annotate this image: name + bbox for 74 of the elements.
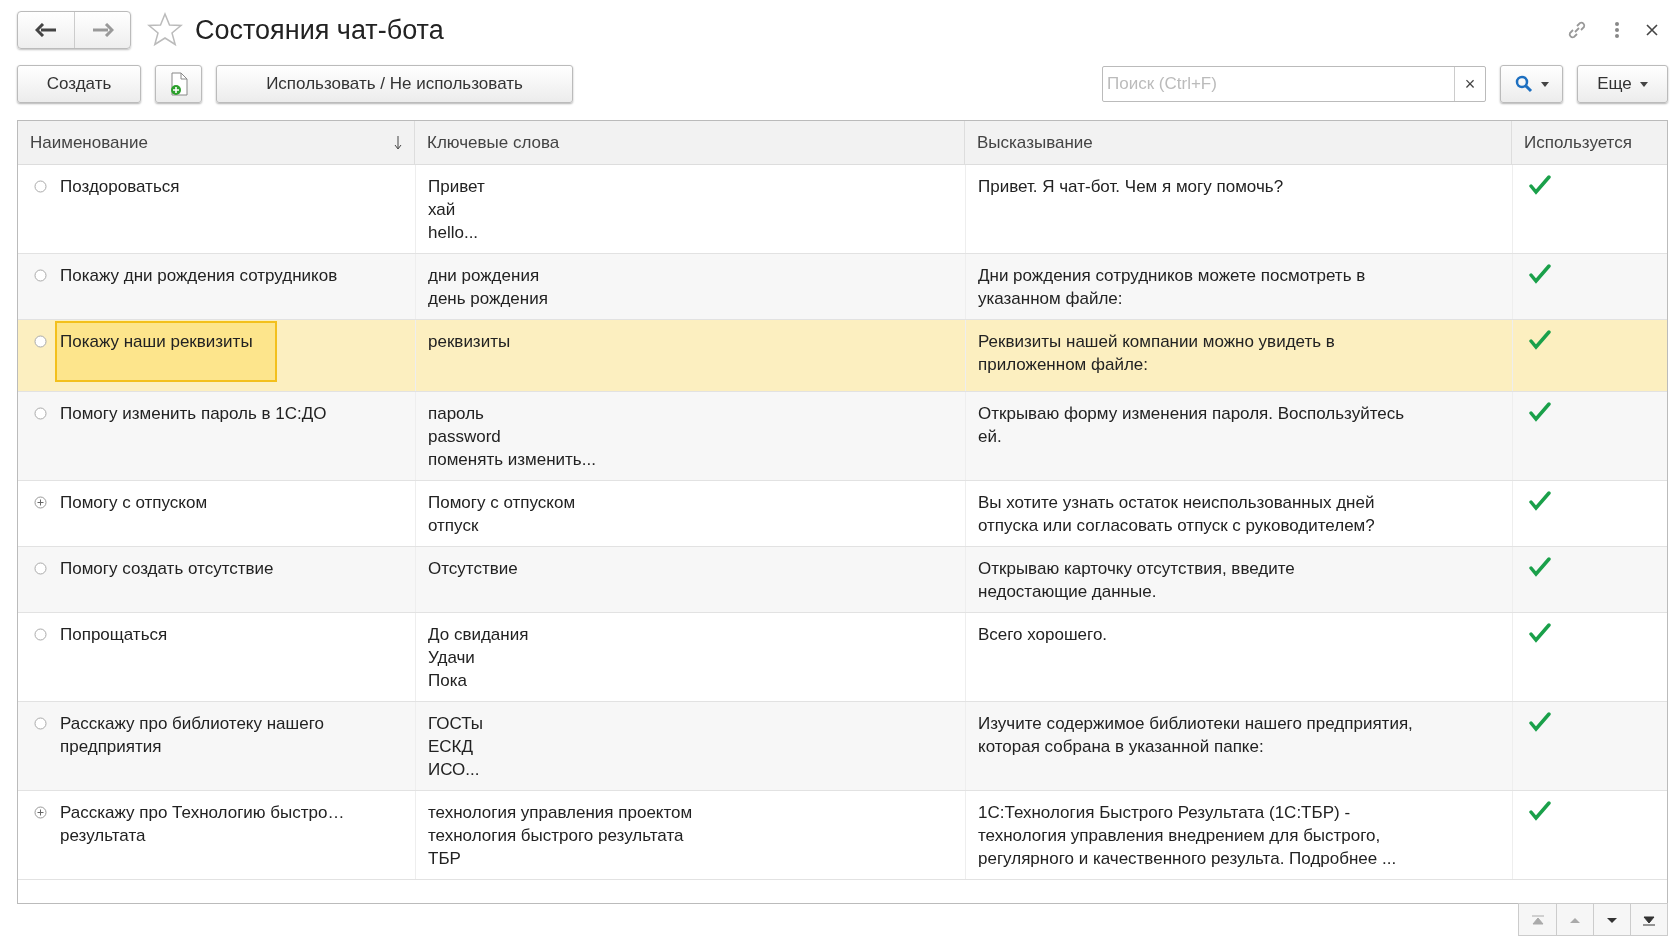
phrase-cell-text: Привет. Я чат-бот. Чем я могу помочь? — [978, 176, 1284, 198]
scroll-to-bottom-button[interactable] — [1630, 904, 1667, 935]
keyword-text: ГОСТы — [428, 713, 484, 735]
keyword-text: Пока — [428, 670, 467, 692]
table-row[interactable]: Поздороваться Привет хай hello... Привет. Я чат-бот. Чем я могу помочь? — [18, 165, 1667, 254]
phrase-cell-text: Изучите содержимое библиотеки нашего предприятия, которая собрана в указанной папке: — [978, 713, 1413, 758]
name-cell: Покажу наши реквизиты — [55, 321, 277, 382]
keyword-text: отпуск — [428, 515, 479, 537]
table-row[interactable]: Помогу с отпуском Помогу с отпуском отпуск Вы хотите узнать остаток неиспользованных дней отпуска или согласовать отпуск с руководителем? — [18, 481, 1667, 547]
more-options-icon[interactable] — [1614, 21, 1620, 39]
new-document-icon — [168, 72, 189, 96]
keyword-text: До свидания — [428, 624, 529, 646]
name-cell-text: Помогу создать отсутствие — [60, 558, 274, 580]
name-cell-text: Расскажу про Технологию быстро… результата — [60, 802, 345, 847]
copy-button[interactable] — [155, 65, 202, 103]
phrase-cell-text: Реквизиты нашей компании можно увидеть в приложенном файле: — [978, 331, 1335, 376]
create-button[interactable]: Создать — [17, 65, 141, 103]
keyword-text: Помогу с отпуском — [428, 492, 576, 514]
phrase-cell-text: Вы хотите узнать остаток неиспользованных дней отпуска или согласовать отпуск с руководителем? — [978, 492, 1375, 537]
name-cell-text: Поздороваться — [60, 176, 180, 198]
table-row[interactable]: Расскажу про библиотеку нашего предприятия ГОСТы ЕСКД ИСО... Изучите содержимое библиотеки нашего предприятия, которая собрана в указанной папке: — [18, 702, 1667, 791]
table-row[interactable]: Помогу создать отсутствие Отсутствие Открываю карточку отсутствия, введите недостающие данные. — [18, 547, 1667, 613]
name-cell-text: Помогу с отпуском — [60, 492, 208, 514]
column-header[interactable]: Высказывание — [965, 121, 1512, 164]
table-row[interactable]: Покажу дни рождения сотрудников дни рождения день рождения Дни рождения сотрудников можете посмотреть в указанном файле: — [18, 254, 1667, 320]
keyword-text: ТБР — [428, 848, 461, 870]
more-button[interactable]: Еще — [1577, 65, 1668, 103]
phrase-cell-text: Открываю карточку отсутствия, введите недостающие данные. — [978, 558, 1295, 603]
search-field[interactable]: Поиск (Ctrl+F) × — [1102, 66, 1486, 102]
scroll-up-button[interactable] — [1556, 904, 1593, 935]
table-row[interactable]: Попрощаться До свидания Удачи Пока Всего хорошего. — [18, 613, 1667, 702]
window-title: Состояния чат-бота — [195, 13, 444, 47]
dropdown-caret-icon — [1639, 81, 1648, 87]
keyword-text: пароль — [428, 403, 484, 425]
back-arrow-icon — [35, 23, 57, 37]
close-icon[interactable] — [1646, 24, 1658, 36]
table-row[interactable]: Помогу изменить пароль в 1С:ДО пароль password поменять изменить... Открываю форму изменения пароля. Воспользуйтесь ей. — [18, 392, 1667, 481]
keyword-text: Отсутствие — [428, 558, 518, 580]
keyword-text: дни рождения — [428, 265, 540, 287]
use-toggle-button[interactable]: Использовать / Не использовать — [216, 65, 573, 103]
phrase-cell-text: Дни рождения сотрудников можете посмотреть в указанном файле: — [978, 265, 1366, 310]
column-header[interactable]: Наименование — [18, 121, 415, 164]
forward-arrow-icon — [91, 23, 114, 37]
name-cell-text: Расскажу про библиотеку нашего предприятия — [60, 713, 324, 758]
clear-search-button[interactable]: × — [1454, 67, 1485, 101]
table-row[interactable]: Покажу наши реквизиты реквизиты Реквизиты нашей компании можно увидеть в приложенном файле: — [18, 320, 1667, 392]
keyword-text: Привет — [428, 176, 485, 198]
name-cell-text: Помогу изменить пароль в 1С:ДО — [60, 403, 327, 425]
phrase-cell-text: Всего хорошего. — [978, 624, 1108, 646]
link-icon[interactable] — [1566, 19, 1588, 41]
dropdown-caret-icon — [1540, 81, 1549, 87]
name-cell-text: Покажу дни рождения сотрудников — [60, 265, 338, 287]
keyword-text: ИСО... — [428, 759, 480, 781]
keyword-text: поменять изменить... — [428, 449, 596, 471]
table-row[interactable] — [18, 791, 1667, 880]
name-cell-text: Попрощаться — [60, 624, 168, 646]
phrase-cell-text: Открываю форму изменения пароля. Воспользуйтесь ей. — [978, 403, 1405, 448]
column-header[interactable]: Используется — [1512, 121, 1667, 164]
scroll-to-top-button[interactable] — [1519, 904, 1556, 935]
keyword-text: ЕСКД — [428, 736, 474, 758]
keyword-text: хай — [428, 199, 456, 221]
arrow-to-top-icon — [1529, 912, 1546, 927]
keyword-text: технология управления проектом — [428, 802, 693, 824]
favorite-star-icon[interactable] — [147, 12, 183, 48]
keyword-text: день рождения — [428, 288, 548, 310]
keyword-text: реквизиты — [428, 331, 511, 353]
search-button[interactable] — [1500, 65, 1563, 103]
keyword-text: hello... — [428, 222, 479, 244]
keyword-text: технология быстрого результата — [428, 825, 684, 847]
keyword-text: password — [428, 426, 501, 448]
search-icon — [1514, 75, 1533, 93]
phrase-cell-text: 1С:Технология Быстрого Результата (1С:ТБР) - технология управления внедрением для быстрого, регулярного и качественного результа. Подробнее ... — [978, 802, 1397, 870]
column-header[interactable]: Ключевые слова — [415, 121, 965, 164]
keyword-text: Удачи — [428, 647, 475, 669]
